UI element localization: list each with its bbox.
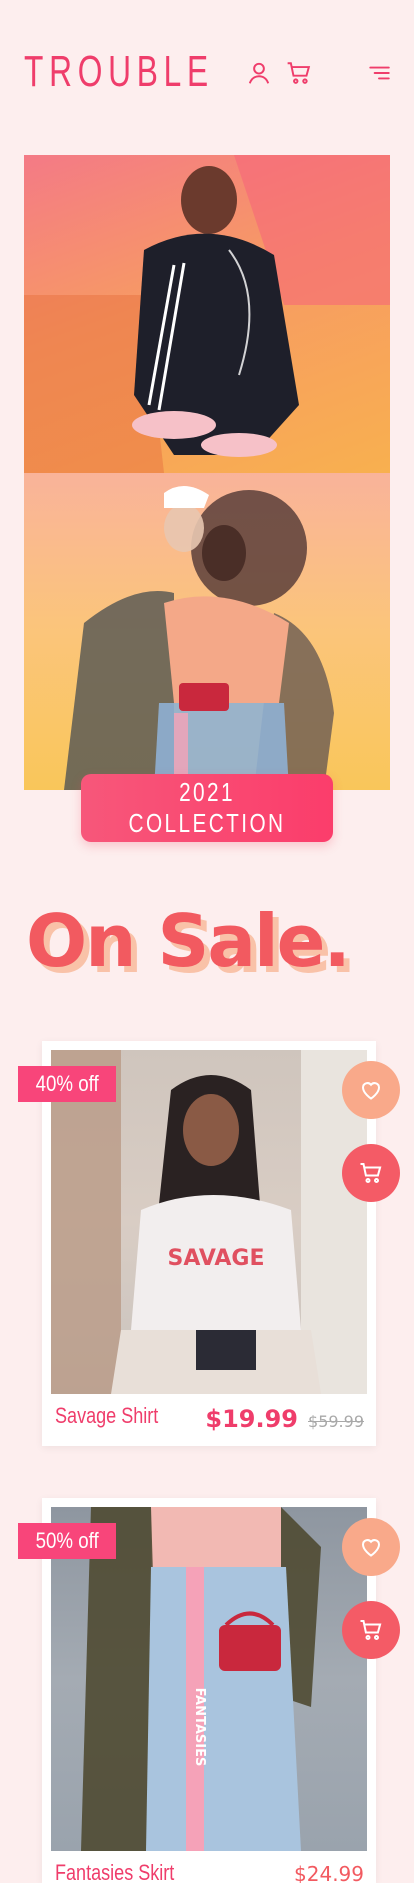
collection-button-label: 2021 COLLECTION [128, 777, 286, 838]
favorite-button[interactable] [342, 1061, 400, 1119]
collection-button[interactable]: 2021 COLLECTION [81, 774, 333, 842]
hero-image-top [24, 155, 390, 473]
brand-logo[interactable]: TROUBLE [24, 50, 214, 94]
hero-image-bottom [24, 473, 390, 790]
product-old-price: $59.99 [308, 1412, 364, 1431]
skirt-print: FANTASIES [192, 1688, 207, 1767]
product-name[interactable]: Savage Shirt [55, 1403, 158, 1429]
product-name[interactable]: Fantasies Skirt [55, 1860, 174, 1883]
product-price: $24.99 [294, 1862, 364, 1883]
user-icon[interactable] [246, 60, 272, 86]
hero-banner[interactable] [24, 155, 390, 790]
favorite-button[interactable] [342, 1518, 400, 1576]
discount-badge-label: 40% off [35, 1071, 99, 1096]
cart-icon [360, 1163, 382, 1183]
menu-icon[interactable] [366, 60, 392, 86]
heart-icon [361, 1082, 381, 1100]
shirt-print: SAVAGE [167, 1246, 264, 1271]
cart-icon [360, 1620, 382, 1640]
discount-badge: 50% off [18, 1523, 116, 1559]
discount-badge: 40% off [18, 1066, 116, 1102]
cart-icon[interactable] [286, 60, 312, 86]
discount-badge-label: 50% off [35, 1528, 99, 1553]
header: TROUBLE [0, 0, 414, 150]
product-price: $19.99 [205, 1405, 298, 1433]
add-to-cart-button[interactable] [342, 1601, 400, 1659]
sale-heading: On Sale. [26, 899, 351, 983]
heart-icon [361, 1539, 381, 1557]
add-to-cart-button[interactable] [342, 1144, 400, 1202]
